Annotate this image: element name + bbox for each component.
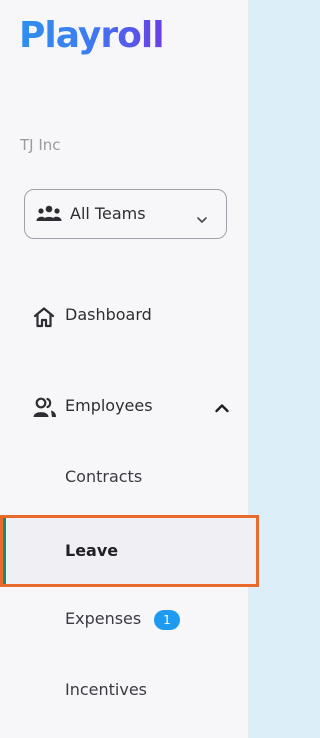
nav-label-employees: Employees [65, 396, 153, 415]
sidebar: Playroll TJ Inc All Teams Dashboard Empl… [0, 0, 259, 738]
nav-label-dashboard: Dashboard [65, 305, 152, 324]
count-badge: 1 [154, 610, 180, 630]
active-indicator [3, 518, 6, 584]
nav-item-employees[interactable]: Employees [0, 387, 248, 427]
nav-item-dashboard[interactable]: Dashboard [0, 296, 248, 336]
team-select-value: All Teams [70, 204, 146, 223]
people-icon [32, 397, 58, 423]
nav-item-incentives[interactable]: Incentives [0, 671, 248, 711]
chevron-down-icon [196, 209, 208, 228]
team-select[interactable]: All Teams [24, 189, 227, 239]
nav-item-expenses[interactable]: Expenses 1 [0, 600, 248, 640]
nav-label-contracts: Contracts [65, 467, 143, 486]
nav-label-expenses: Expenses [65, 609, 142, 628]
brand-logo[interactable]: Playroll [19, 14, 165, 58]
home-icon [32, 306, 56, 332]
nav-item-contracts[interactable]: Contracts [0, 458, 248, 498]
nav-label-leave: Leave [65, 541, 119, 560]
org-name: TJ Inc [20, 136, 61, 154]
nav-item-leave[interactable]: Leave [0, 515, 259, 587]
team-icon [36, 205, 62, 227]
nav-label-incentives: Incentives [65, 680, 148, 699]
chevron-up-icon[interactable] [214, 399, 230, 418]
